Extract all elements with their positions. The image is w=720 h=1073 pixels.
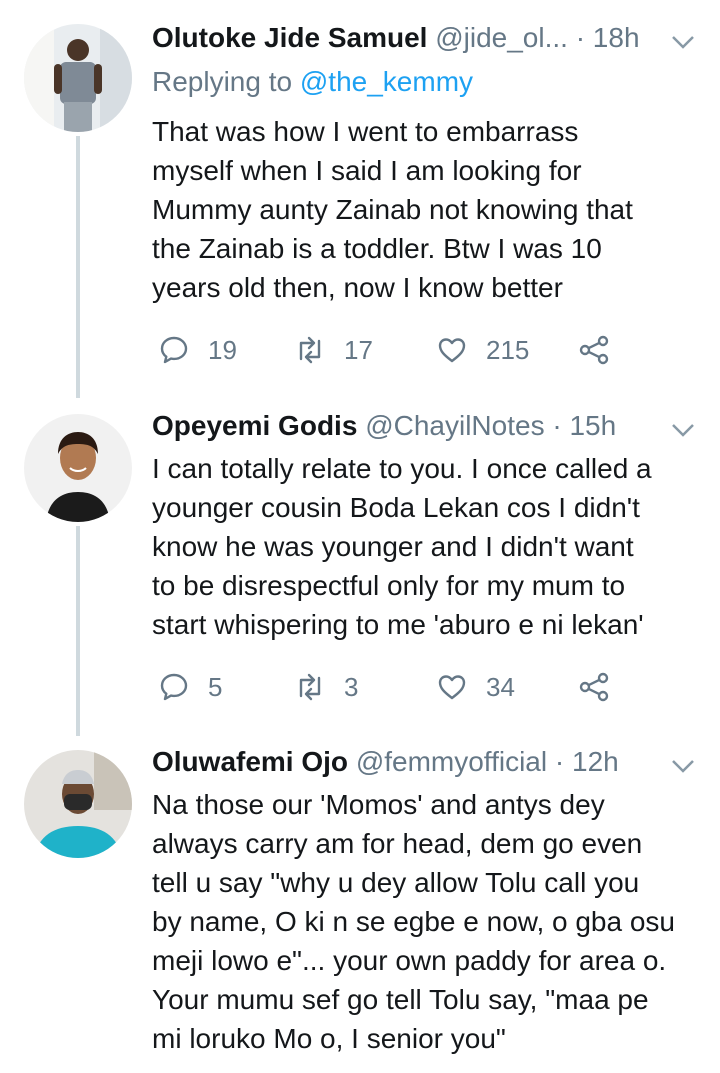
tweet-text-line: the Zainab is a toddler. Btw I was 10 [152, 233, 602, 264]
thread-line [76, 526, 80, 736]
timestamp[interactable]: · 18h [576, 22, 640, 53]
reply-button[interactable]: 5 [158, 667, 222, 707]
chevron-down-icon[interactable] [670, 422, 696, 438]
tweet-text-line: tell u say "why u dey allow Tolu call yo… [152, 867, 640, 898]
user-handle[interactable]: @jide_ol... [435, 22, 568, 53]
chevron-down-icon[interactable] [670, 758, 696, 774]
tweet-header: Olutoke Jide Samuel @jide_ol... · 18h [152, 18, 640, 58]
timestamp[interactable]: · 15h [552, 410, 616, 441]
tweet-text-line: years old then, now I know better [152, 272, 563, 303]
share-button[interactable] [578, 667, 610, 707]
tweet-actions: 5 3 34 [152, 667, 632, 707]
like-icon [438, 675, 466, 700]
replying-to: Replying to @the_kemmy [152, 64, 473, 100]
tweet-text-line: That was how I went to embarrass [152, 116, 579, 147]
retweet-count: 3 [344, 671, 359, 702]
tweet-text-line: Mummy aunty Zainab not knowing that [152, 194, 633, 225]
tweet-text-line: Your mumu sef go tell Tolu say, "maa pe [152, 984, 649, 1015]
user-handle[interactable]: @ChayilNotes [365, 410, 544, 441]
reply-button[interactable]: 19 [158, 330, 237, 370]
tweet-text-line: I can totally relate to you. I once call… [152, 453, 652, 484]
display-name[interactable]: Olutoke Jide Samuel [152, 22, 427, 53]
tweet-text-line: mi loruko Mo o, I senior you" [152, 1023, 506, 1054]
like-button[interactable]: 215 [436, 330, 529, 370]
reply-count: 19 [208, 334, 237, 365]
like-icon [438, 338, 466, 363]
replying-to-handle[interactable]: @the_kemmy [300, 66, 473, 97]
thread-line [76, 136, 80, 398]
chevron-down-icon[interactable] [670, 34, 696, 50]
like-count: 34 [486, 671, 515, 702]
retweet-button[interactable]: 17 [294, 330, 373, 370]
tweet-text-line: to be disrespectful only for my mum to [152, 570, 626, 601]
like-button[interactable]: 34 [436, 667, 515, 707]
display-name[interactable]: Opeyemi Godis [152, 410, 357, 441]
share-button[interactable] [578, 330, 610, 370]
reply-icon [160, 336, 188, 364]
tweet-text: Na those our 'Momos' and antys dey alway… [152, 785, 700, 1058]
retweet-icon [299, 673, 321, 701]
tweet-text-line: younger cousin Boda Lekan cos I didn't [152, 492, 640, 523]
replying-to-label: Replying to [152, 66, 293, 97]
tweet-text-line: start whispering to me 'aburo e ni lekan… [152, 609, 644, 640]
avatar[interactable] [24, 414, 132, 522]
share-icon [579, 672, 609, 702]
tweet-text-line: Na those our 'Momos' and antys dey [152, 789, 605, 820]
timestamp[interactable]: · 12h [555, 746, 619, 777]
user-handle[interactable]: @femmyofficial [356, 746, 547, 777]
tweet-header: Oluwafemi Ojo @femmyofficial · 12h [152, 742, 619, 782]
tweet-text-line: meji lowo e"... your own paddy for area … [152, 945, 667, 976]
tweet-text: I can totally relate to you. I once call… [152, 449, 700, 644]
tweet-text-line: by name, O ki n se egbe e now, o gba osu [152, 906, 676, 937]
like-count: 215 [486, 334, 530, 365]
display-name[interactable]: Oluwafemi Ojo [152, 746, 348, 777]
tweet-actions: 19 17 215 [152, 330, 632, 370]
tweet-text: That was how I went to embarrass myself … [152, 112, 700, 307]
avatar[interactable] [24, 750, 132, 858]
retweet-button[interactable]: 3 [294, 667, 358, 707]
tweet-text-line: always carry am for head, dem go even [152, 828, 643, 859]
tweet-text-line: know he was younger and I didn't want [152, 531, 634, 562]
reply-icon [160, 673, 188, 701]
tweet-text-line: myself when I said I am looking for [152, 155, 582, 186]
retweet-icon [299, 336, 321, 364]
tweet-header: Opeyemi Godis @ChayilNotes · 15h [152, 406, 616, 446]
avatar[interactable] [24, 24, 132, 132]
reply-count: 5 [208, 671, 223, 702]
retweet-count: 17 [344, 334, 373, 365]
share-icon [579, 335, 609, 365]
